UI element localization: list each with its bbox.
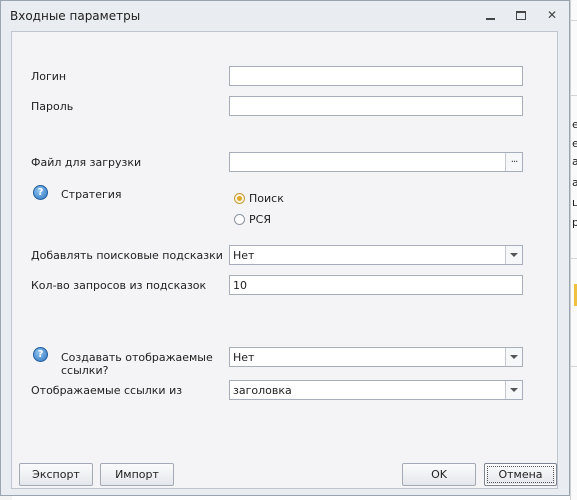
login-label: Логин <box>31 70 67 83</box>
window-title: Входные параметры <box>10 9 141 23</box>
password-input[interactable] <box>229 96 523 116</box>
radio-button[interactable] <box>234 193 245 204</box>
help-icon[interactable]: ? <box>33 347 48 362</box>
input-parameters-dialog: Входные параметры ✕ Логин Пароль Файл дл… <box>0 0 570 496</box>
add-suggestions-select[interactable]: Нет <box>229 245 523 265</box>
chevron-down-icon <box>510 388 518 392</box>
background-divider <box>570 95 577 96</box>
dropdown-button[interactable] <box>505 381 522 399</box>
background-text: ц <box>572 196 577 209</box>
add-suggestions-label: Добавлять поисковые подсказки <box>31 249 223 262</box>
chevron-down-icon <box>510 355 518 359</box>
password-label: Пароль <box>31 100 74 113</box>
login-input[interactable] <box>229 66 523 86</box>
cancel-button[interactable]: Отмена <box>484 463 557 486</box>
restore-icon[interactable] <box>513 7 529 23</box>
strategy-option-search[interactable]: Поиск <box>234 192 284 205</box>
display-links-from-value: заголовка <box>233 384 292 397</box>
browse-button[interactable]: ... <box>505 153 522 171</box>
dropdown-button[interactable] <box>505 246 522 264</box>
add-suggestions-value: Нет <box>233 249 255 262</box>
import-button[interactable]: Импорт <box>100 463 174 486</box>
background-divider <box>570 258 577 259</box>
background-text: а <box>572 155 577 168</box>
background-text: а <box>572 176 577 189</box>
create-display-links-select[interactable]: Нет <box>229 347 523 367</box>
create-display-links-value: Нет <box>233 351 255 364</box>
display-links-from-select[interactable]: заголовка <box>229 380 523 400</box>
strategy-option-label: РСЯ <box>249 213 271 226</box>
background-text: р <box>572 216 577 229</box>
background-text: е <box>572 137 577 150</box>
help-icon[interactable]: ? <box>33 185 48 200</box>
minimize-icon[interactable] <box>482 7 498 23</box>
strategy-option-label: Поиск <box>249 192 284 205</box>
radio-button[interactable] <box>234 214 245 225</box>
title-bar[interactable]: Входные параметры ✕ <box>1 1 569 31</box>
display-links-from-label: Отображаемые ссылки из <box>31 384 183 397</box>
upload-file-field[interactable]: ... <box>229 152 523 172</box>
ok-button[interactable]: OK <box>402 463 476 486</box>
strategy-label: Стратегия <box>61 188 122 201</box>
background-divider <box>570 20 577 21</box>
close-icon[interactable]: ✕ <box>544 7 560 23</box>
suggestion-queries-input[interactable] <box>229 275 523 295</box>
background-window-right <box>570 0 577 500</box>
suggestion-queries-label: Кол-во запросов из подсказок <box>31 279 207 292</box>
export-button[interactable]: Экспорт <box>19 463 93 486</box>
upload-file-label: Файл для загрузки <box>31 156 142 169</box>
dialog-content: Логин Пароль Файл для загрузки ... ? Стр… <box>11 31 558 489</box>
strategy-option-rsya[interactable]: РСЯ <box>234 213 271 226</box>
background-divider <box>570 366 577 367</box>
chevron-down-icon <box>510 253 518 257</box>
create-display-links-label: Создавать отображаемые ссылки? <box>61 351 213 377</box>
dropdown-button[interactable] <box>505 348 522 366</box>
background-text: е <box>572 118 577 131</box>
